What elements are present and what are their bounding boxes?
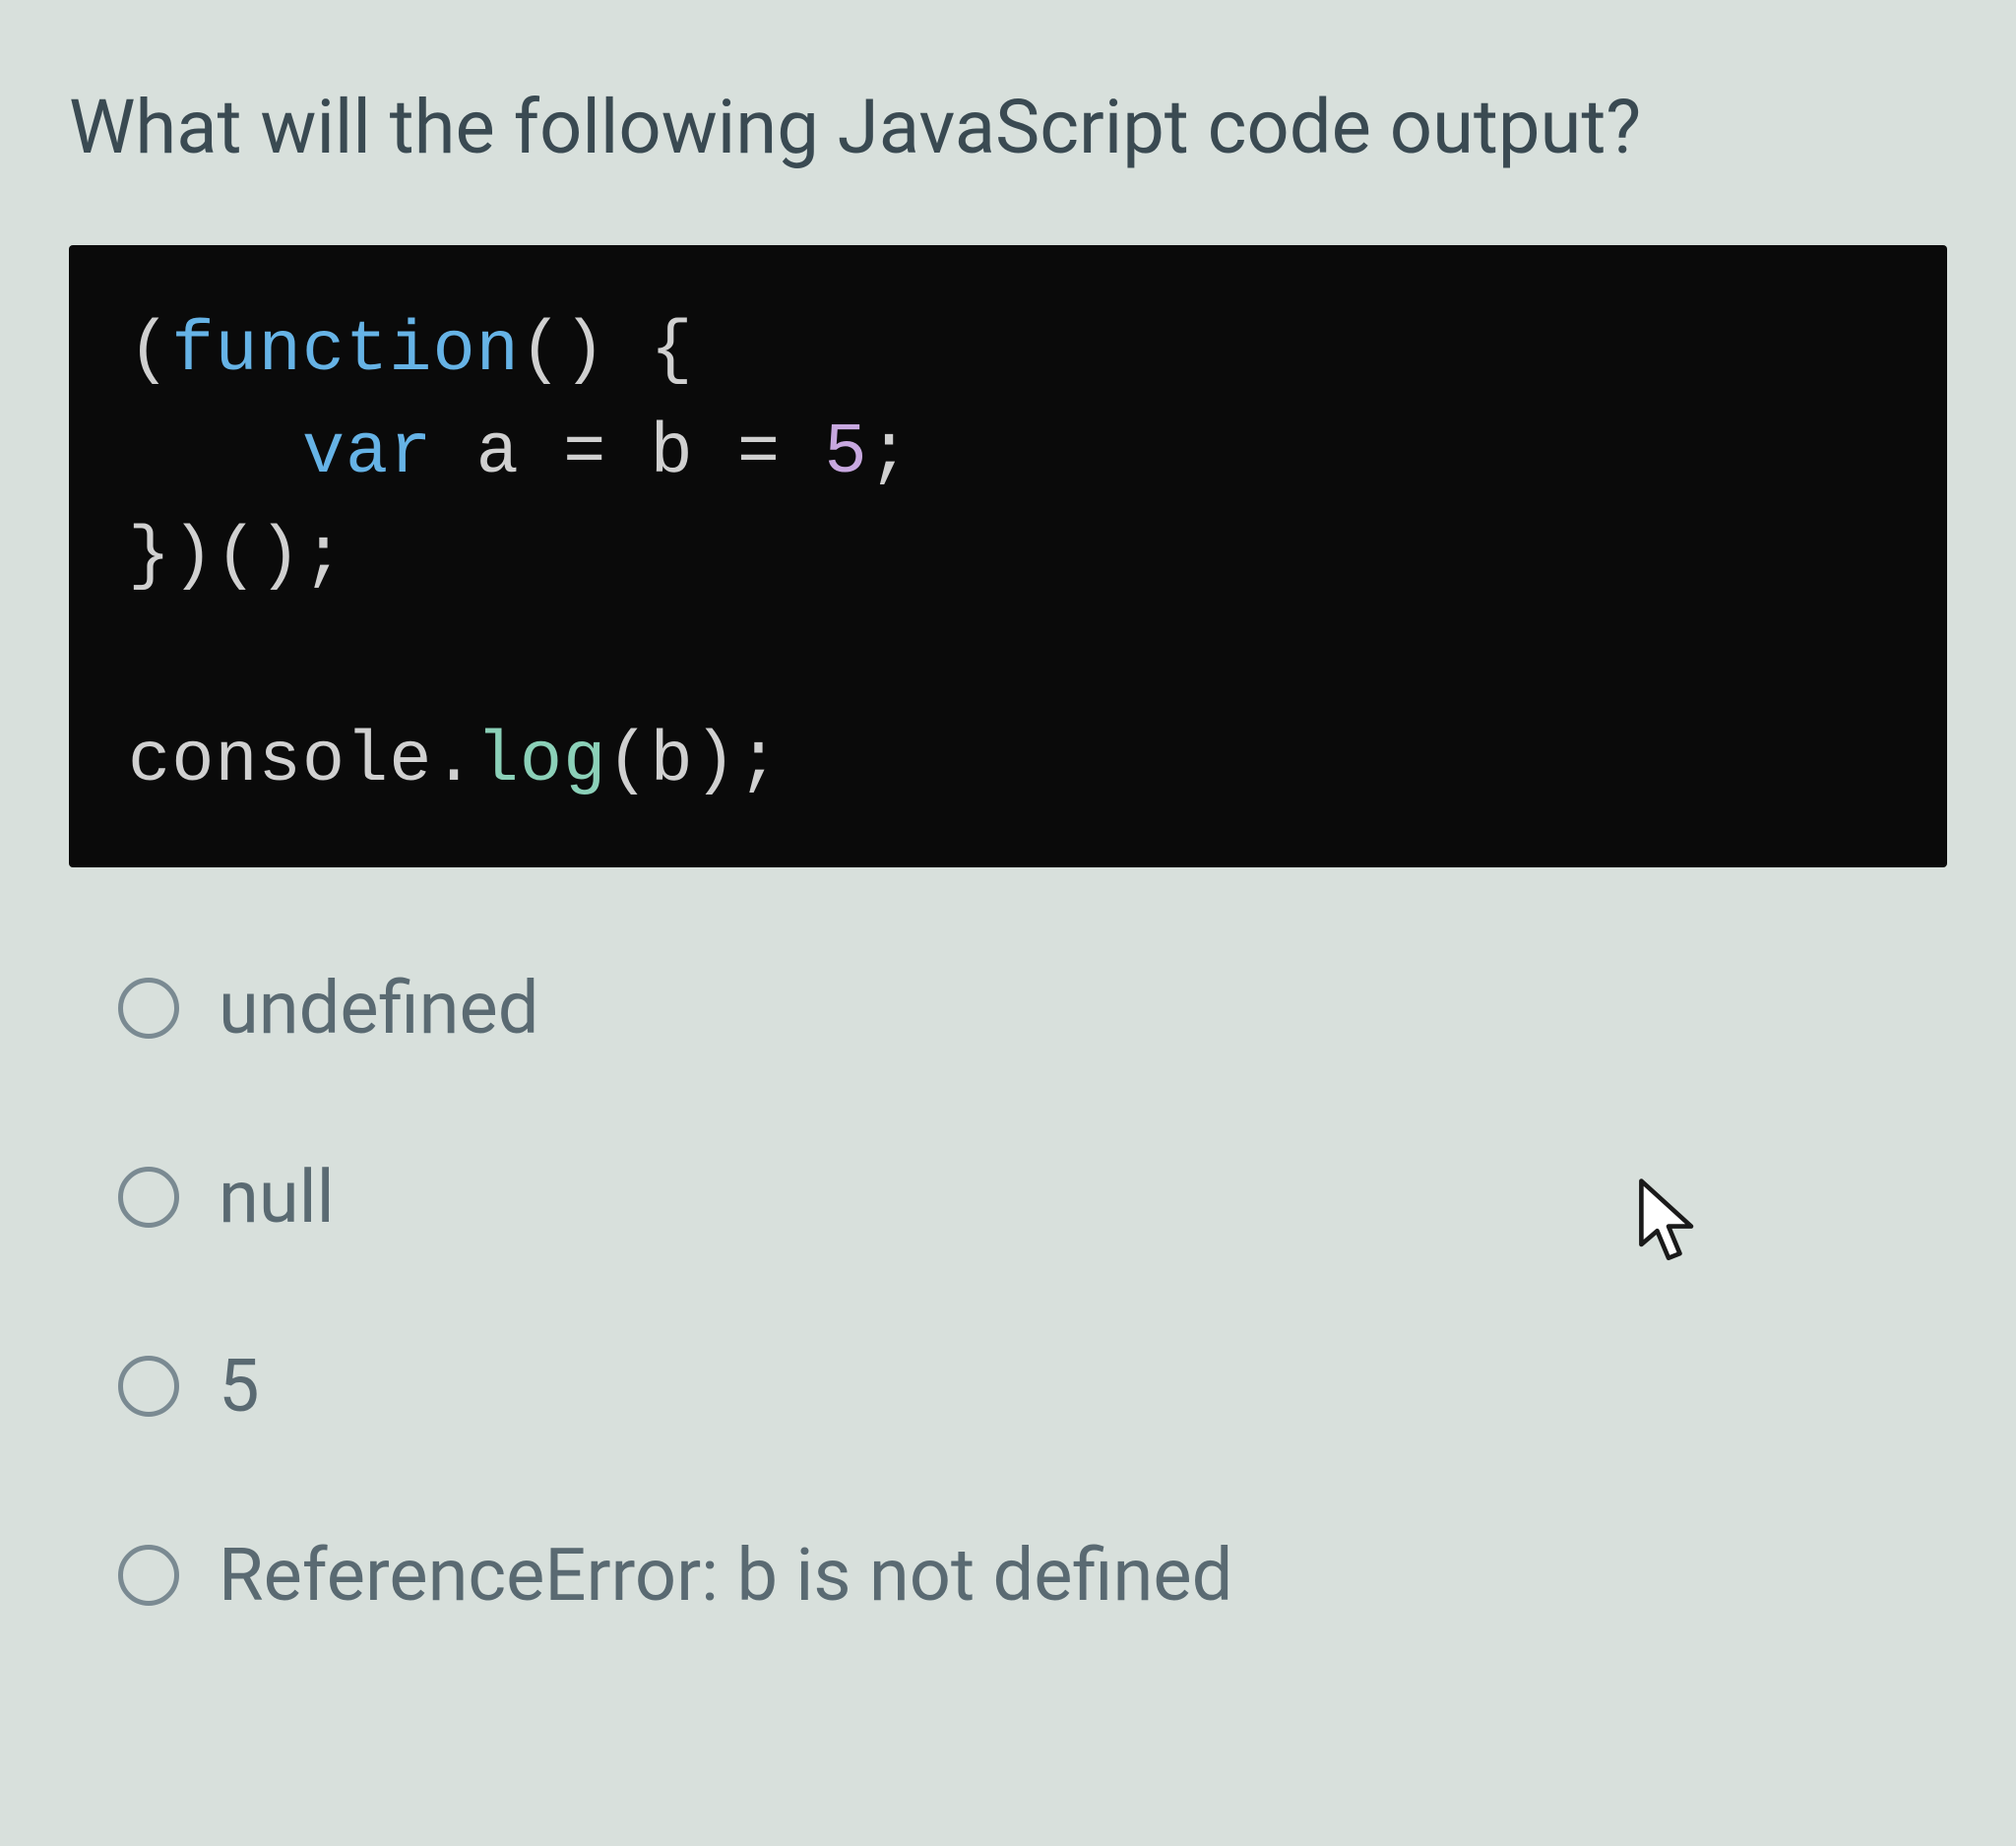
code-text: ;	[868, 413, 912, 493]
code-text: log	[476, 721, 607, 801]
radio-icon	[118, 1545, 179, 1606]
code-text: (	[128, 310, 171, 391]
option-label: null	[219, 1155, 335, 1241]
option-label: undefined	[219, 966, 538, 1051]
radio-icon	[118, 1356, 179, 1417]
code-text: 5	[824, 413, 867, 493]
code-text: () {	[520, 310, 694, 391]
code-snippet: (function() { var a = b = 5; })(); conso…	[69, 245, 1947, 867]
code-text	[128, 413, 302, 493]
radio-icon	[118, 978, 179, 1039]
radio-icon	[118, 1167, 179, 1228]
option-label: 5	[219, 1344, 260, 1430]
option-null[interactable]: null	[118, 1155, 1947, 1241]
options-list: undefined null 5 ReferenceError: b is no…	[69, 966, 1947, 1619]
option-label: ReferenceError: b is not defined	[219, 1533, 1232, 1619]
option-referenceerror[interactable]: ReferenceError: b is not defined	[118, 1533, 1947, 1619]
code-text: (b);	[606, 721, 781, 801]
code-text: var	[302, 413, 433, 493]
option-5[interactable]: 5	[118, 1344, 1947, 1430]
code-text: console.	[128, 721, 476, 801]
quiz-question: What will the following JavaScript code …	[0, 0, 2016, 1619]
option-undefined[interactable]: undefined	[118, 966, 1947, 1051]
code-text: })();	[128, 516, 346, 597]
code-text: function	[171, 310, 520, 391]
code-text: a = b =	[432, 413, 824, 493]
question-title: What will the following JavaScript code …	[69, 79, 1947, 176]
